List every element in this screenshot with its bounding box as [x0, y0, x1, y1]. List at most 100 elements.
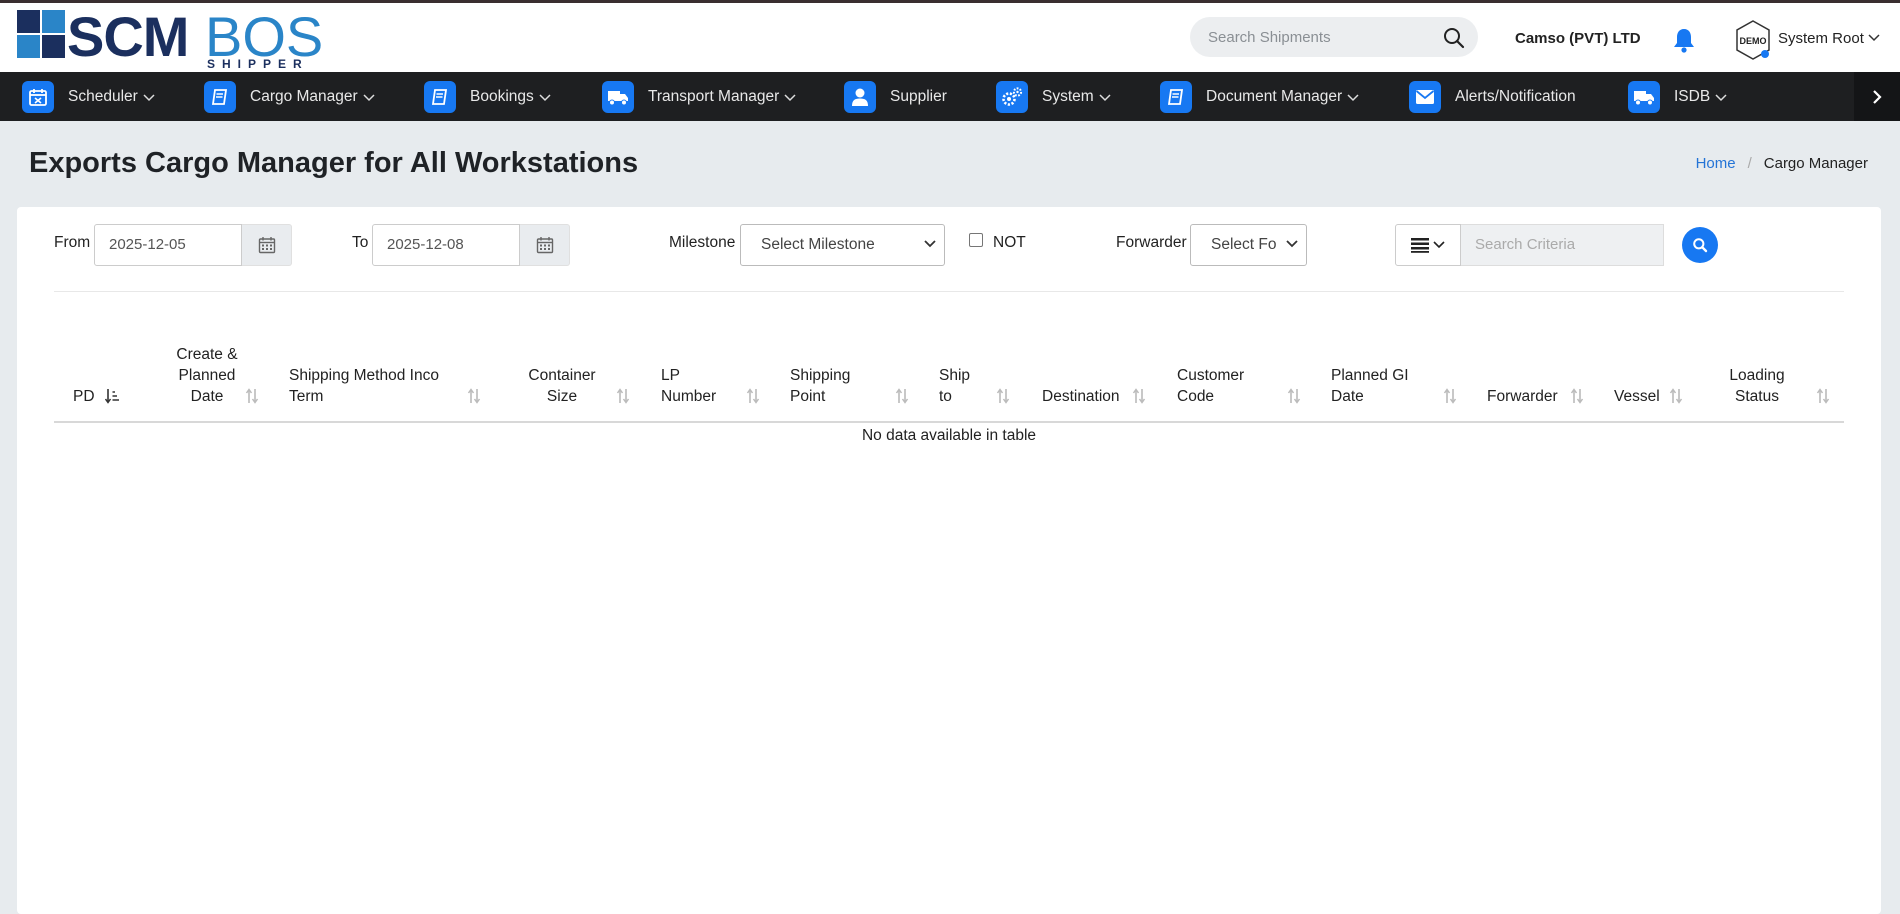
search-icon[interactable]: [1442, 26, 1466, 50]
truck-icon: [1628, 80, 1660, 113]
chevron-down-icon: [1433, 241, 1445, 249]
column-header-label: Shipping Method Inco: [289, 367, 439, 384]
nav-item-scheduler[interactable]: Scheduler: [22, 72, 155, 121]
sort-icon[interactable]: [1570, 388, 1584, 404]
sort-icon[interactable]: [996, 388, 1010, 404]
nav-item-system[interactable]: System: [996, 72, 1111, 121]
book-icon: [1160, 80, 1192, 113]
shipment-search: [1190, 17, 1478, 57]
table-empty-message: No data available in table: [861, 427, 1037, 444]
column-header-label: Container: [528, 367, 596, 384]
milestone-select-value: Select Milestone: [761, 236, 875, 253]
column-header-shipping-method-inco-term[interactable]: Shipping Method Inco Term: [289, 365, 439, 407]
column-header-label: Customer: [1177, 367, 1245, 384]
column-header-pd[interactable]: PD: [73, 386, 95, 407]
calendar-icon: [536, 237, 553, 254]
not-label: NOT: [993, 234, 1026, 251]
forwarder-label: Forwarder: [1116, 234, 1187, 251]
not-checkbox[interactable]: [969, 233, 983, 247]
nav-item-transport-manager[interactable]: Transport Manager: [602, 72, 796, 121]
nav-item-bookings[interactable]: Bookings: [424, 72, 551, 121]
sort-icon[interactable]: [1816, 388, 1830, 404]
sort-icon[interactable]: [895, 388, 909, 404]
column-header-lp-number[interactable]: LP Number: [661, 365, 716, 407]
nav-label-scheduler: Scheduler: [68, 87, 138, 105]
column-header-label: Planned GI: [1331, 367, 1409, 384]
logo-subtitle: SHIPPER: [207, 57, 309, 71]
sort-icon[interactable]: [1669, 388, 1683, 404]
calendar-icon: [22, 80, 54, 113]
sort-icon[interactable]: [746, 388, 760, 404]
chevron-down-icon[interactable]: [1868, 34, 1880, 42]
bell-icon[interactable]: [1672, 27, 1696, 53]
nav-label-supplier: Supplier: [890, 87, 947, 105]
column-header-label: Planned: [178, 367, 236, 384]
truck-icon: [602, 80, 634, 113]
user-menu-name[interactable]: System Root: [1778, 30, 1864, 47]
chevron-down-icon: [363, 93, 375, 101]
nav-item-alerts-notification[interactable]: Alerts/Notification: [1409, 72, 1576, 121]
chevron-down-icon: [924, 240, 936, 248]
logo-grid-icon: [17, 10, 65, 58]
column-header-label: Forwarder: [1487, 388, 1558, 405]
column-header-vessel[interactable]: Vessel: [1614, 386, 1660, 407]
shipment-search-input[interactable]: [1208, 26, 1428, 48]
nav-scroll-right-button[interactable]: [1854, 72, 1900, 121]
sort-icon[interactable]: [1132, 388, 1146, 404]
avatar-text: DEMO: [1740, 36, 1767, 46]
column-header-ship-to[interactable]: Ship to: [939, 365, 970, 407]
book-icon: [424, 80, 456, 113]
nav-item-cargo-manager[interactable]: Cargo Manager: [204, 72, 375, 121]
column-header-shipping-point[interactable]: Shipping Point: [790, 365, 850, 407]
column-header-label: Ship: [939, 367, 971, 384]
column-header-label: Date: [190, 388, 224, 405]
avatar[interactable]: DEMO: [1733, 19, 1773, 61]
sort-icon[interactable]: [1443, 388, 1457, 404]
column-header-label: Number: [661, 388, 717, 405]
column-header-container-size[interactable]: Container Size: [512, 365, 612, 407]
breadcrumb-home-link[interactable]: Home: [1696, 155, 1736, 172]
sort-icon[interactable]: [1287, 388, 1301, 404]
user-icon: [844, 80, 876, 113]
column-header-label: Size: [546, 388, 578, 405]
criteria-type-dropdown[interactable]: [1395, 224, 1461, 266]
forwarder-select[interactable]: Select Fo: [1190, 224, 1307, 266]
nav-label-transport-manager: Transport Manager: [648, 87, 780, 105]
column-header-customer-code[interactable]: Customer Code: [1177, 365, 1244, 407]
from-label: From: [54, 234, 91, 251]
chevron-down-icon: [539, 93, 551, 101]
to-label: To: [352, 234, 369, 251]
table-header-divider: [54, 421, 1844, 423]
chevron-down-icon: [1715, 93, 1727, 101]
nav-item-supplier[interactable]: Supplier: [844, 72, 947, 121]
column-header-label: Destination: [1042, 388, 1120, 405]
nav-label-isdb: ISDB: [1674, 87, 1711, 105]
to-calendar-button[interactable]: [520, 224, 570, 266]
sort-icon[interactable]: [467, 388, 481, 404]
milestone-select[interactable]: Select Milestone: [740, 224, 945, 266]
from-calendar-button[interactable]: [242, 224, 292, 266]
sort-icon[interactable]: [616, 388, 630, 404]
column-header-forwarder[interactable]: Forwarder: [1487, 386, 1558, 407]
column-header-create-planned-date[interactable]: Create & Planned Date: [157, 344, 257, 407]
nav-item-isdb[interactable]: ISDB: [1628, 72, 1727, 121]
chevron-down-icon: [1286, 240, 1298, 248]
from-date-input[interactable]: 2025-12-05: [94, 224, 242, 266]
brand-logo[interactable]: SCM BOS SHIPPER: [17, 5, 327, 72]
column-header-label: Status: [1735, 388, 1779, 405]
nav-label-document-manager: Document Manager: [1206, 87, 1343, 105]
nav-item-document-manager[interactable]: Document Manager: [1160, 72, 1359, 121]
to-date-input[interactable]: 2025-12-08: [372, 224, 520, 266]
chevron-down-icon: [1099, 93, 1111, 101]
column-header-planned-gi-date[interactable]: Planned GI Date: [1331, 365, 1409, 407]
column-header-label: Term: [289, 388, 324, 405]
cargo-manager-card: From 2025-12-05 To 2025-12-08 Milestone …: [17, 207, 1881, 914]
column-header-destination[interactable]: Destination: [1042, 386, 1120, 407]
search-icon: [1693, 238, 1708, 253]
book-icon: [204, 80, 236, 113]
search-submit-button[interactable]: [1682, 227, 1718, 263]
sort-asc-icon[interactable]: [105, 388, 119, 404]
sort-icon[interactable]: [245, 388, 259, 404]
search-criteria-input[interactable]: Search Criteria: [1461, 224, 1664, 266]
column-header-loading-status[interactable]: Loading Status: [1707, 365, 1807, 407]
